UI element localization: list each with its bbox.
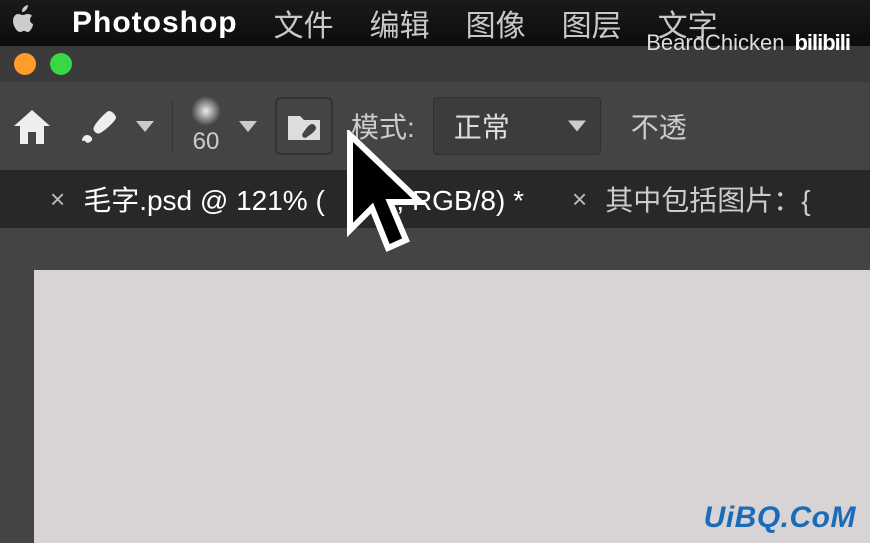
watermark-author: BeardChicken bbox=[646, 30, 784, 56]
apple-icon[interactable] bbox=[10, 4, 36, 42]
opacity-label: 不透 bbox=[631, 106, 687, 146]
blend-mode-value: 正常 bbox=[454, 106, 510, 146]
mode-label: 模式: bbox=[351, 106, 415, 146]
close-icon[interactable]: × bbox=[50, 184, 65, 215]
watermark-bottom: UiBQ.CoM bbox=[704, 501, 856, 535]
menu-image[interactable]: 图像 bbox=[466, 1, 526, 45]
tab-title: 毛字.psd @ 121% (图层2, RGB/8) * bbox=[83, 179, 524, 219]
document-tab-active[interactable]: × 毛字.psd @ 121% (图层2, RGB/8) * bbox=[50, 179, 524, 219]
window-zoom-button[interactable] bbox=[50, 53, 72, 75]
brush-settings-button[interactable] bbox=[275, 97, 333, 155]
brush-preview-icon bbox=[191, 96, 221, 126]
menu-edit[interactable]: 编辑 bbox=[370, 1, 430, 45]
watermark-top: BeardChicken bilibili bbox=[646, 30, 850, 56]
tool-dropdown-icon[interactable] bbox=[136, 121, 154, 132]
menu-layer[interactable]: 图层 bbox=[562, 1, 622, 45]
blend-mode-select[interactable]: 正常 bbox=[433, 97, 601, 155]
tab-title: 其中包括图片：{ bbox=[605, 179, 810, 219]
options-bar: 60 模式: 正常 不透 bbox=[0, 82, 870, 170]
document-tab[interactable]: × 其中包括图片：{ bbox=[572, 179, 811, 219]
window-close-button[interactable] bbox=[14, 53, 36, 75]
tools-rail bbox=[0, 228, 34, 543]
menu-file[interactable]: 文件 bbox=[274, 1, 334, 45]
divider bbox=[172, 101, 173, 151]
brush-tool-icon[interactable] bbox=[78, 106, 118, 146]
brush-size-value: 60 bbox=[193, 128, 220, 156]
chevron-down-icon bbox=[568, 121, 586, 132]
bilibili-logo: bilibili bbox=[794, 30, 850, 56]
brush-preset-dropdown-icon[interactable] bbox=[239, 121, 257, 132]
home-icon[interactable] bbox=[10, 104, 54, 148]
document-tabs: × 毛字.psd @ 121% (图层2, RGB/8) * × 其中包括图片：… bbox=[0, 170, 870, 228]
close-icon[interactable]: × bbox=[572, 184, 587, 215]
brush-preset-picker[interactable]: 60 bbox=[191, 96, 221, 156]
app-name[interactable]: Photoshop bbox=[72, 6, 238, 40]
